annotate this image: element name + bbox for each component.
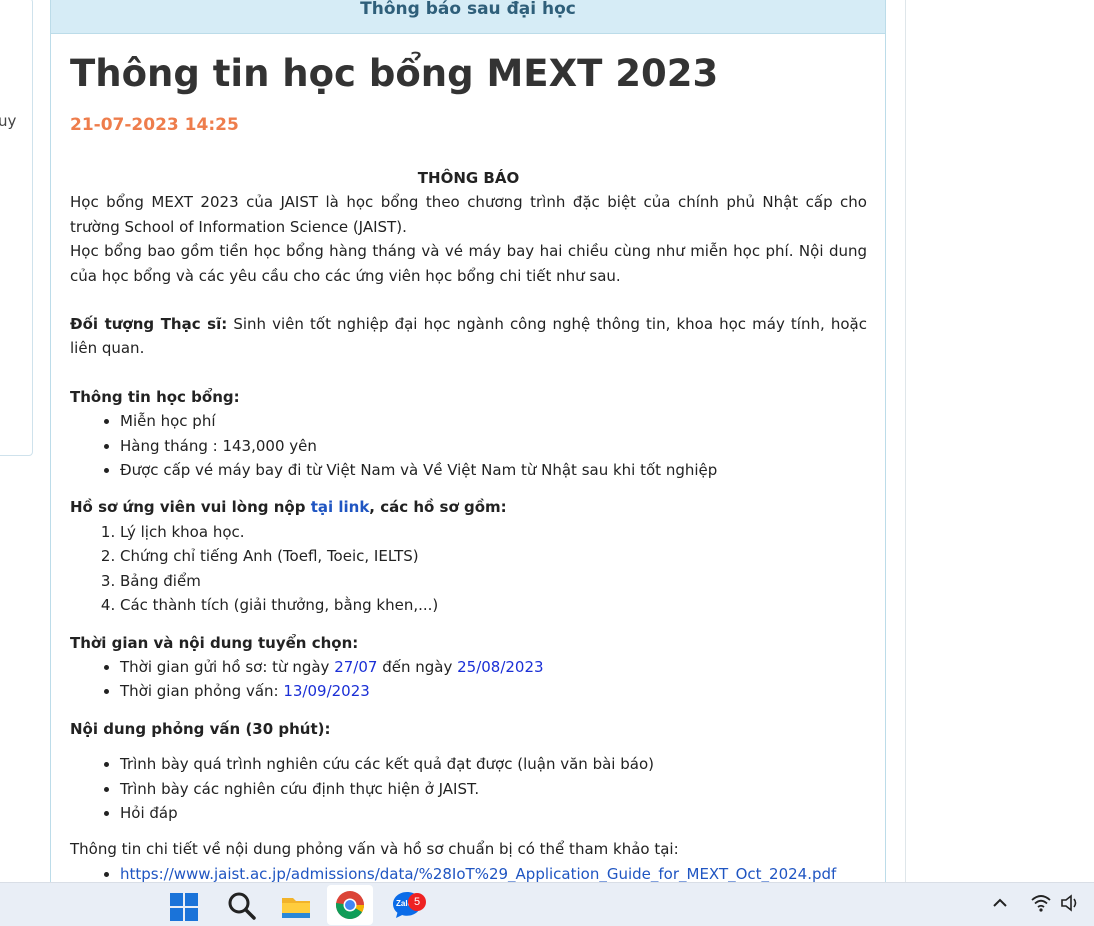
documents-title: Hồ sơ ứng viên vui lòng nộp tại link, cá…: [70, 495, 867, 519]
list-item: Được cấp vé máy bay đi từ Việt Nam và Về…: [120, 458, 867, 482]
left-panel-snippet: uy: [0, 112, 17, 130]
interview-duration: (30 phút):: [240, 719, 331, 738]
scholarship-list: Miễn học phí Hàng tháng : 143,000 yên Đư…: [70, 409, 867, 482]
article-title: Thông tin học bổng MEXT 2023: [70, 52, 719, 95]
list-item: https://www.jaist.ac.jp/admissions/data/…: [120, 862, 867, 883]
documents-title-prefix: Hồ sơ ứng viên vui lòng nộp: [70, 498, 311, 517]
notice-heading: THÔNG BÁO: [417, 169, 520, 187]
card-header: Thông báo sau đại học: [51, 0, 885, 34]
search-icon[interactable]: [225, 889, 257, 921]
documents-list: Lý lịch khoa học. Chứng chỉ tiếng Anh (T…: [70, 520, 867, 618]
left-sidebar-panel: [0, 0, 33, 456]
taskbar: Zalo 5: [0, 882, 1094, 926]
list-item: Hỏi đáp: [120, 801, 867, 825]
details-text: Thông tin chi tiết về nội dung phỏng vấn…: [70, 840, 679, 859]
target-label: Đối tượng Thạc sĩ:: [70, 315, 228, 334]
windows-start-icon[interactable]: [168, 889, 200, 921]
list-item: Thời gian gửi hồ sơ: từ ngày 27/07 đến n…: [120, 655, 867, 679]
schedule-list: Thời gian gửi hồ sơ: từ ngày 27/07 đến n…: [70, 655, 867, 704]
notification-badge: 5: [408, 893, 426, 911]
list-item: Bảng điểm: [120, 569, 867, 593]
list-item: Thời gian phỏng vấn: 13/09/2023: [120, 679, 867, 703]
wifi-icon[interactable]: [1030, 893, 1052, 917]
schedule-1-prefix: Thời gian gửi hồ sơ: từ ngày: [120, 657, 335, 676]
article-content: Thông tin học bổng MEXT 2023 21-07-2023 …: [51, 52, 885, 883]
list-item: Các thành tích (giải thưởng, bằng khen,.…: [120, 593, 867, 617]
documents-title-suffix: , các hồ sơ gồm:: [369, 498, 507, 517]
schedule-2-prefix: Thời gian phỏng vấn:: [120, 682, 284, 701]
details-links-list: https://www.jaist.ac.jp/admissions/data/…: [70, 862, 867, 883]
list-item: Trình bày quá trình nghiên cứu các kết q…: [120, 752, 867, 776]
scholarship-title: Thông tin học bổng:: [70, 387, 240, 406]
list-item: Trình bày các nghiên cứu định thực hiện …: [120, 777, 867, 801]
interview-date: 13/09/2023: [283, 682, 370, 701]
submission-start-date: 27/07: [334, 657, 378, 676]
schedule-1-mid: đến ngày: [377, 657, 458, 676]
guide-pdf-link[interactable]: https://www.jaist.ac.jp/admissions/data/…: [120, 865, 836, 883]
list-item: Hàng tháng : 143,000 yên: [120, 434, 867, 458]
interview-title-row: Nội dung phỏng vấn (30 phút):: [70, 717, 867, 741]
list-item: Chứng chỉ tiếng Anh (Toefl, Toeic, IELTS…: [120, 544, 867, 568]
intro-paragraph-1: Học bổng MEXT 2023 của JAIST là học bổng…: [70, 193, 867, 236]
interview-list: Trình bày quá trình nghiên cứu các kết q…: [70, 752, 867, 825]
article-card: Thông báo sau đại học Thông tin học bổng…: [50, 0, 886, 883]
intro-paragraph-2: Học bổng bao gồm tiền học bổng hàng thán…: [70, 242, 867, 285]
chevron-up-icon[interactable]: [992, 893, 1008, 917]
right-column-divider: [905, 0, 906, 882]
chrome-icon[interactable]: [334, 889, 366, 921]
target-paragraph: Đối tượng Thạc sĩ: Sinh viên tốt nghiệp …: [70, 312, 867, 361]
submission-end-date: 25/08/2023: [457, 657, 544, 676]
speaker-icon[interactable]: [1060, 893, 1082, 917]
submission-link[interactable]: tại link: [311, 498, 370, 516]
file-explorer-icon[interactable]: [280, 889, 312, 921]
article-date: 21-07-2023 14:25: [70, 115, 239, 135]
list-item: Miễn học phí: [120, 409, 867, 433]
schedule-title: Thời gian và nội dung tuyển chọn:: [70, 633, 359, 652]
interview-title: Nội dung phỏng vấn: [70, 719, 241, 738]
list-item: Lý lịch khoa học.: [120, 520, 867, 544]
